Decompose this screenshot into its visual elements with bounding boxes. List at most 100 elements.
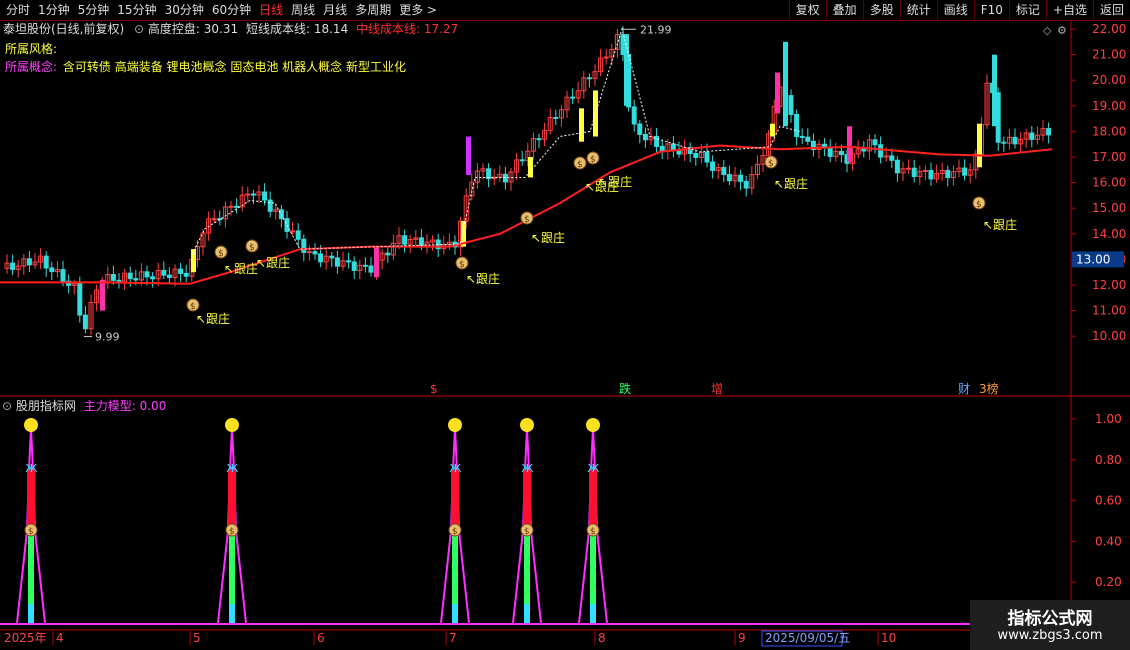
candle-body: [1029, 132, 1035, 140]
candle-body: [928, 169, 934, 180]
signal-bar: [100, 279, 105, 311]
candle-body: [738, 174, 744, 182]
money-bag-icon-glyph: $: [524, 215, 530, 225]
smiley-icon: [520, 418, 534, 432]
candle-body: [945, 169, 951, 178]
candle-body: [894, 159, 900, 174]
candle-body: [133, 278, 139, 281]
candle-body: [536, 138, 542, 141]
candle-body: [127, 272, 133, 280]
watermark-title: 指标公式网: [1007, 609, 1093, 629]
spike-cyan-segment: [28, 604, 34, 624]
price-tick-label: 22.00: [1092, 22, 1126, 36]
candle-body: [838, 150, 844, 155]
money-bag-icon-glyph: $: [590, 527, 596, 537]
price-tick-label: 20.00: [1092, 73, 1126, 87]
candle-body: [676, 150, 682, 155]
track-label: ↖跟庄: [196, 311, 230, 326]
indicator-tick-label: 0.20: [1095, 575, 1122, 589]
month-label: 6: [317, 631, 325, 645]
candle-body: [385, 252, 391, 256]
gear-icon: ⚙: [1057, 24, 1067, 37]
candle-body: [43, 255, 49, 269]
price-tick-label: 17.00: [1092, 150, 1126, 164]
event-marker: 跌: [619, 381, 631, 396]
signal-bar: [977, 123, 982, 168]
candle-body: [234, 205, 240, 208]
price-tick-label: 21.00: [1092, 48, 1126, 62]
price-tick-label: 18.00: [1092, 124, 1126, 138]
spike-red-segment: [589, 470, 597, 531]
candle-body: [183, 272, 189, 277]
candle-body: [637, 123, 643, 135]
money-bag-icon-glyph: $: [768, 159, 774, 169]
current-price-label: 13.00: [1076, 252, 1110, 266]
candle-body: [334, 257, 340, 267]
chart-canvas[interactable]: 22.00 21.00 20.00 19.00 18.00 17.00 16.00 15.00…: [0, 0, 1130, 650]
price-tick-label: 19.00: [1092, 99, 1126, 113]
track-label: ↖跟庄: [224, 261, 258, 276]
month-label: 9: [738, 631, 746, 645]
signal-bar: [775, 72, 780, 114]
track-label: ↖跟庄: [466, 271, 500, 286]
candle-body: [1046, 128, 1052, 136]
price-tick-label: 15.00: [1092, 201, 1126, 215]
butterfly-icon: ж: [587, 460, 600, 476]
indicator-header: ⊙ 股朋指标网 主力模型: 0.00: [2, 398, 166, 414]
candle-body: [586, 77, 592, 80]
spike-red-segment: [451, 470, 459, 531]
candle-body: [228, 205, 234, 208]
candle-body: [788, 95, 794, 115]
indicator-field-label: 主力模型:: [83, 399, 136, 413]
money-bag-icon-glyph: $: [524, 527, 530, 537]
spike-cyan-segment: [452, 604, 458, 624]
candle-body: [306, 251, 312, 254]
butterfly-icon: ж: [521, 460, 534, 476]
candle-body: [906, 167, 912, 170]
butterfly-icon: ж: [226, 460, 239, 476]
candle-body: [872, 139, 878, 146]
event-marker: 增: [711, 382, 723, 396]
indicator-tick-label: 0.40: [1095, 534, 1122, 548]
candle-body: [799, 135, 805, 138]
month-label: 10: [881, 631, 896, 645]
price-tick-label: 12.00: [1092, 278, 1126, 292]
candle-body: [166, 274, 172, 278]
candle-body: [211, 218, 217, 221]
candle-body: [262, 191, 268, 201]
year-label: 2025年: [4, 631, 47, 645]
price-tick-label: 14.00: [1092, 227, 1126, 241]
event-marker: $: [430, 382, 438, 396]
candle-body: [603, 56, 609, 59]
candle-body: [49, 267, 55, 273]
event-marker: 3榜: [979, 381, 999, 396]
price-tick-label: 16.00: [1092, 176, 1126, 190]
track-label: ↖跟庄: [774, 176, 808, 191]
spike-cyan-segment: [229, 604, 235, 624]
signal-bar: [783, 41, 788, 127]
indicator-tick-label: 0.80: [1095, 453, 1122, 467]
money-bag-icon-glyph: $: [452, 527, 458, 537]
candle-body: [284, 218, 290, 232]
indicator-collapse-icon[interactable]: ⊙: [2, 399, 12, 413]
signal-bar: [466, 136, 471, 175]
candle-body: [570, 96, 576, 99]
candle-body: [295, 230, 301, 240]
signal-bar: [374, 246, 379, 278]
indicator-tick-label: 0.60: [1095, 494, 1122, 508]
candle-body: [351, 261, 357, 271]
smiley-icon: [586, 418, 600, 432]
candle-body: [368, 265, 374, 273]
date-cursor-label: 2025/09/05/五: [765, 631, 850, 645]
spike-cyan-segment: [524, 604, 530, 624]
money-bag-icon-glyph: $: [577, 160, 583, 170]
candle-body: [290, 230, 296, 233]
indicator-name[interactable]: 股朋指标网: [16, 399, 76, 413]
indicator-field-value: 0.00: [139, 399, 167, 413]
track-label: ↖跟庄: [531, 230, 565, 245]
candle-body: [178, 268, 184, 274]
candle-body: [150, 276, 156, 280]
spike-red-segment: [228, 470, 236, 531]
candle-body: [346, 260, 352, 263]
butterfly-icon: ж: [25, 460, 38, 476]
